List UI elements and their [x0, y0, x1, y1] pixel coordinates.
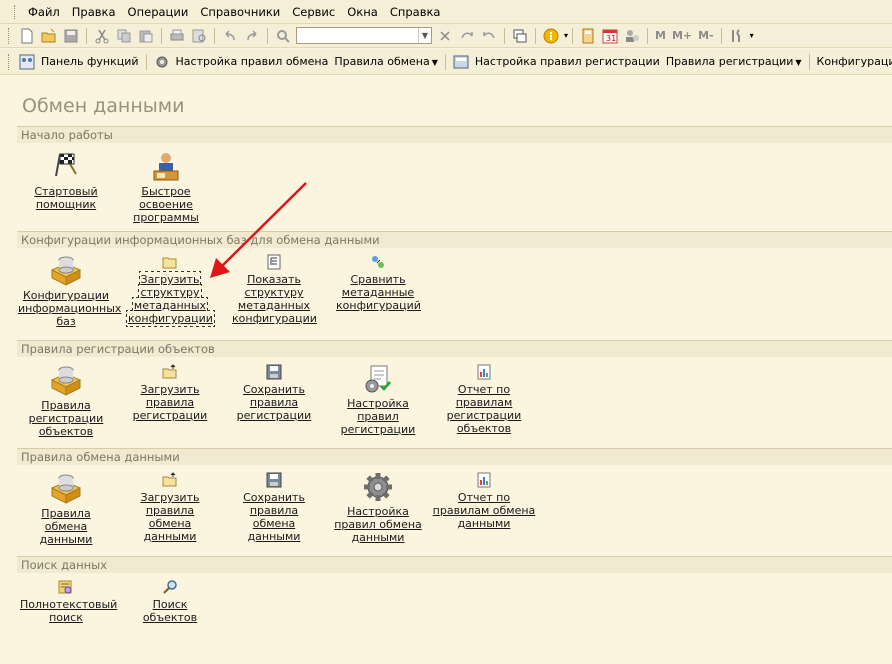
- annotation-arrow: [210, 182, 307, 278]
